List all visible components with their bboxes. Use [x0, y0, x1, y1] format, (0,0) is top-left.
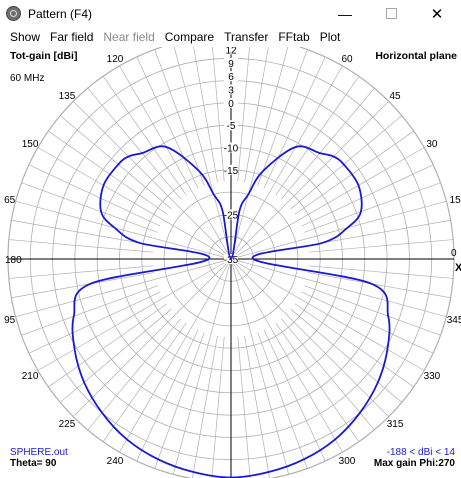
- grid-spoke: [87, 87, 182, 200]
- angle-label: 30: [426, 139, 438, 150]
- ring-label: -25: [224, 210, 239, 221]
- grid-spoke: [304, 182, 441, 233]
- grid-spoke: [230, 200, 447, 260]
- minimize-button[interactable]: —: [322, 0, 368, 27]
- grid-spoke: [21, 285, 158, 336]
- title-bar: Pattern (F4) — ✕: [0, 0, 461, 27]
- grid-spoke: [59, 115, 172, 210]
- grid-spoke: [257, 332, 308, 469]
- app-icon: [6, 6, 21, 21]
- grid-spoke: [280, 87, 375, 200]
- menu-bar: Show Far field Near field Compare Transf…: [0, 28, 461, 46]
- polar-plot-area: Tot-gain [dBi] 60 MHz Horizontal plane S…: [4, 47, 461, 478]
- grid-spoke: [15, 200, 232, 260]
- ring-label: 0: [228, 99, 234, 110]
- grid-spoke: [154, 332, 205, 469]
- close-button[interactable]: ✕: [414, 0, 460, 27]
- angle-label: 180: [5, 255, 22, 266]
- window-title: Pattern (F4): [28, 7, 93, 21]
- ring-label: -5: [227, 121, 236, 132]
- menu-near-field[interactable]: Near field: [98, 28, 159, 46]
- angle-label: 150: [22, 139, 39, 150]
- menu-transfer[interactable]: Transfer: [219, 28, 273, 46]
- grid-spoke: [21, 182, 158, 233]
- menu-show[interactable]: Show: [0, 28, 45, 46]
- menu-far-field[interactable]: Far field: [45, 28, 98, 46]
- grid-spoke: [230, 258, 290, 475]
- angle-label: 45: [389, 91, 401, 102]
- minimize-icon: —: [338, 5, 352, 22]
- angle-label: 0: [451, 248, 457, 259]
- angle-label: 15: [450, 195, 461, 206]
- angle-label: 120: [107, 54, 124, 65]
- x-axis-label: X: [455, 262, 461, 274]
- polar-chart: YX01530456075901051201351501651801952102…: [4, 47, 461, 478]
- angle-label: 240: [107, 456, 124, 467]
- grid-spoke: [230, 258, 447, 318]
- angle-label: 345: [447, 315, 461, 326]
- grid-spoke: [172, 258, 232, 475]
- ring-label: -10: [224, 144, 239, 155]
- maximize-button[interactable]: [368, 0, 414, 27]
- angle-label: 315: [387, 419, 404, 430]
- angle-label: 135: [59, 91, 76, 102]
- grid-spoke: [15, 258, 232, 318]
- ring-label: -15: [224, 166, 239, 177]
- grid-spoke: [257, 49, 308, 186]
- angle-label: 300: [339, 456, 356, 467]
- ring-label: 3: [228, 86, 234, 97]
- angle-label: 165: [4, 195, 16, 206]
- grid-spoke: [304, 285, 441, 336]
- angle-label: 210: [22, 371, 39, 382]
- ring-label: -35: [224, 255, 239, 266]
- angle-label: 60: [341, 54, 353, 65]
- ring-label: 12: [225, 47, 237, 56]
- maximize-icon: [385, 8, 397, 19]
- menu-fftab[interactable]: FFtab: [273, 28, 314, 46]
- menu-plot[interactable]: Plot: [315, 28, 346, 46]
- ring-label: 6: [228, 72, 234, 83]
- angle-label: 330: [424, 371, 441, 382]
- menu-compare[interactable]: Compare: [160, 28, 219, 46]
- ring-label: 9: [228, 59, 234, 70]
- grid-spoke: [290, 115, 403, 210]
- close-icon: ✕: [430, 5, 444, 23]
- grid-spoke: [290, 308, 403, 403]
- grid-spoke: [154, 49, 205, 186]
- angle-label: 195: [4, 315, 16, 326]
- grid-spoke: [59, 308, 172, 403]
- angle-label: 225: [59, 419, 76, 430]
